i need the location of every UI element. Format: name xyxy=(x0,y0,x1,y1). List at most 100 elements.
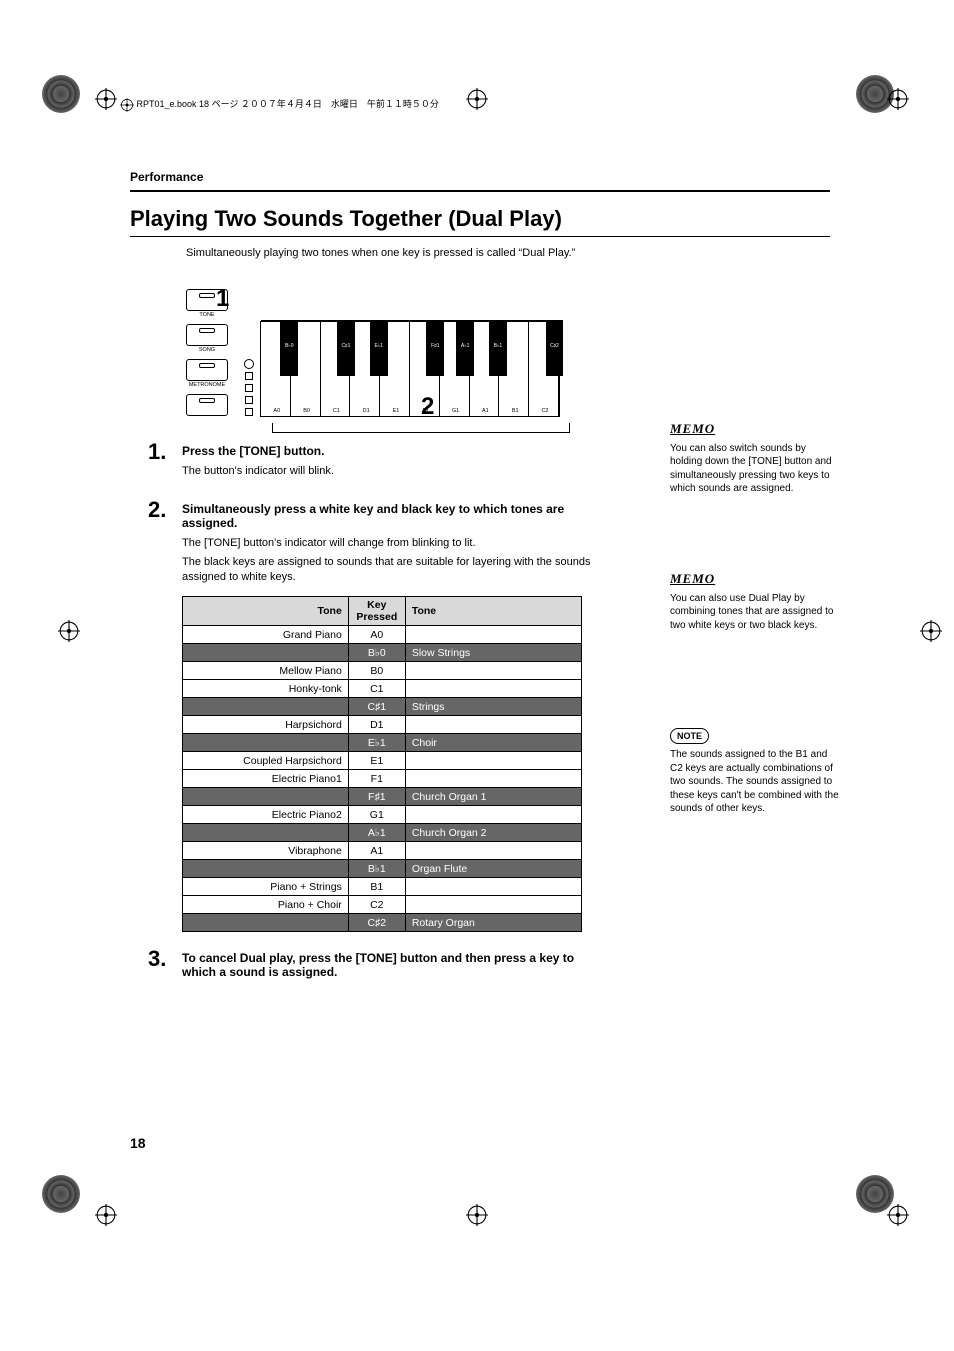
crop-mark xyxy=(887,1204,909,1226)
section-header: Performance xyxy=(130,170,830,184)
key-range-brace xyxy=(272,423,570,433)
tone-right-cell: Slow Strings xyxy=(405,644,581,662)
tone-table-row: Honky-tonk C1 xyxy=(183,680,582,698)
tone-table-row: B♭1 Organ Flute xyxy=(183,860,582,878)
tone-right-cell: Church Organ 2 xyxy=(405,824,581,842)
tone-right-cell: Organ Flute xyxy=(405,860,581,878)
keyboard-diagram: A0B0C1D1E1F1G1A1B1C2B♭0C♯1E♭1F♯1A♭1B♭1C♯… xyxy=(260,321,560,417)
tone-table-row: A♭1 Church Organ 2 xyxy=(183,824,582,842)
tone-left-cell: Mellow Piano xyxy=(183,662,349,680)
header-meta-line: RPT01_e.book 18 ページ ２００７年４月４日 水曜日 午前１１時５… xyxy=(120,97,439,112)
tone-right-cell xyxy=(405,878,581,896)
tone-left-cell: Grand Piano xyxy=(183,626,349,644)
black-key-label: A♭1 xyxy=(456,343,474,349)
tone-right-cell: Choir xyxy=(405,734,581,752)
tone-right-cell xyxy=(405,770,581,788)
tone-table-row: Piano + Strings B1 xyxy=(183,878,582,896)
tone-table: Tone Key Pressed ToneGrand Piano A0 B♭0 … xyxy=(182,596,582,932)
tone-table-header: Tone xyxy=(405,597,581,626)
tone-left-cell xyxy=(183,914,349,932)
tone-table-row: E♭1 Choir xyxy=(183,734,582,752)
step-title: To cancel Dual play, press the [TONE] bu… xyxy=(182,951,598,979)
crop-mark xyxy=(95,88,117,110)
panel-button xyxy=(186,289,228,311)
crop-mark xyxy=(920,620,942,642)
tone-right-cell xyxy=(405,896,581,914)
step-title: Press the [TONE] button. xyxy=(182,444,598,458)
white-key-label: C2 xyxy=(529,408,561,414)
tone-key-cell: F♯1 xyxy=(348,788,405,806)
step-number: 3. xyxy=(148,948,182,970)
tone-table-row: Harpsichord D1 xyxy=(183,716,582,734)
tone-key-cell: C2 xyxy=(348,896,405,914)
black-key-label: B♭0 xyxy=(280,343,298,349)
step: 1.Press the [TONE] button.The button's i… xyxy=(148,441,598,483)
note-text: The sounds assigned to the B1 and C2 key… xyxy=(670,748,840,816)
tone-key-cell: E1 xyxy=(348,752,405,770)
tone-left-cell xyxy=(183,734,349,752)
tone-right-cell xyxy=(405,662,581,680)
tone-right-cell xyxy=(405,842,581,860)
step-text: The black keys are assigned to sounds th… xyxy=(182,555,598,585)
tone-right-cell: Church Organ 1 xyxy=(405,788,581,806)
step-text: The [TONE] button's indicator will chang… xyxy=(182,536,598,551)
black-key-label: B♭1 xyxy=(489,343,507,349)
white-key-label: A1 xyxy=(470,408,502,414)
tone-left-cell xyxy=(183,824,349,842)
tone-table-row: Electric Piano2 G1 xyxy=(183,806,582,824)
panel-button xyxy=(186,394,228,416)
tone-table-row: Piano + Choir C2 xyxy=(183,896,582,914)
tone-left-cell xyxy=(183,860,349,878)
tone-key-cell: B♭0 xyxy=(348,644,405,662)
tone-key-cell: G1 xyxy=(348,806,405,824)
tone-key-cell: C♯1 xyxy=(348,698,405,716)
white-key-label: G1 xyxy=(440,408,472,414)
tone-right-cell xyxy=(405,806,581,824)
memo-label: MEMO xyxy=(670,570,840,588)
panel-button-label: SONG xyxy=(186,347,228,353)
step-text: The button's indicator will blink. xyxy=(182,464,598,479)
tone-table-row: Mellow Piano B0 xyxy=(183,662,582,680)
black-key-label: E♭1 xyxy=(370,343,388,349)
instruction-steps: 1.Press the [TONE] button.The button's i… xyxy=(148,441,598,985)
tone-table-row: C♯1 Strings xyxy=(183,698,582,716)
crop-mark xyxy=(95,1204,117,1226)
crop-mark xyxy=(466,1204,488,1226)
panel-button-label: METRONOME xyxy=(186,382,228,388)
tone-key-cell: B1 xyxy=(348,878,405,896)
tone-key-cell: A0 xyxy=(348,626,405,644)
tone-left-cell xyxy=(183,698,349,716)
white-key-label: B1 xyxy=(499,408,531,414)
section-rule xyxy=(130,190,830,192)
figure-callout-2: 2 xyxy=(421,393,434,421)
print-rosette xyxy=(42,75,80,113)
note-label: NOTE xyxy=(670,728,709,744)
memo-1: MEMO You can also switch sounds by holdi… xyxy=(670,420,840,496)
white-key-label: B0 xyxy=(291,408,323,414)
tone-table-row: Grand Piano A0 xyxy=(183,626,582,644)
tone-table-row: B♭0 Slow Strings xyxy=(183,644,582,662)
panel-button xyxy=(186,324,228,346)
tone-left-cell: Honky-tonk xyxy=(183,680,349,698)
page-number: 18 xyxy=(130,1135,146,1151)
step-number: 2. xyxy=(148,499,182,521)
tone-table-header: Tone xyxy=(183,597,349,626)
tone-left-cell: Coupled Harpsichord xyxy=(183,752,349,770)
crop-mark xyxy=(887,88,909,110)
white-key-label: E1 xyxy=(380,408,412,414)
black-key-label: F♯1 xyxy=(426,343,444,349)
step: 3.To cancel Dual play, press the [TONE] … xyxy=(148,948,598,985)
white-key-label: C1 xyxy=(321,408,353,414)
crop-mark xyxy=(466,88,488,110)
page-content: Performance Playing Two Sounds Together … xyxy=(130,170,830,1001)
tone-left-cell: Piano + Choir xyxy=(183,896,349,914)
tone-left-cell: Vibraphone xyxy=(183,842,349,860)
tone-right-cell xyxy=(405,626,581,644)
tone-key-cell: B0 xyxy=(348,662,405,680)
tone-key-cell: D1 xyxy=(348,716,405,734)
button-panel: TONE SONG METRONOME xyxy=(186,289,244,417)
tone-right-cell: Strings xyxy=(405,698,581,716)
black-key-label: C♯1 xyxy=(337,343,355,349)
step-title: Simultaneously press a white key and bla… xyxy=(182,502,598,530)
tone-key-cell: C♯2 xyxy=(348,914,405,932)
